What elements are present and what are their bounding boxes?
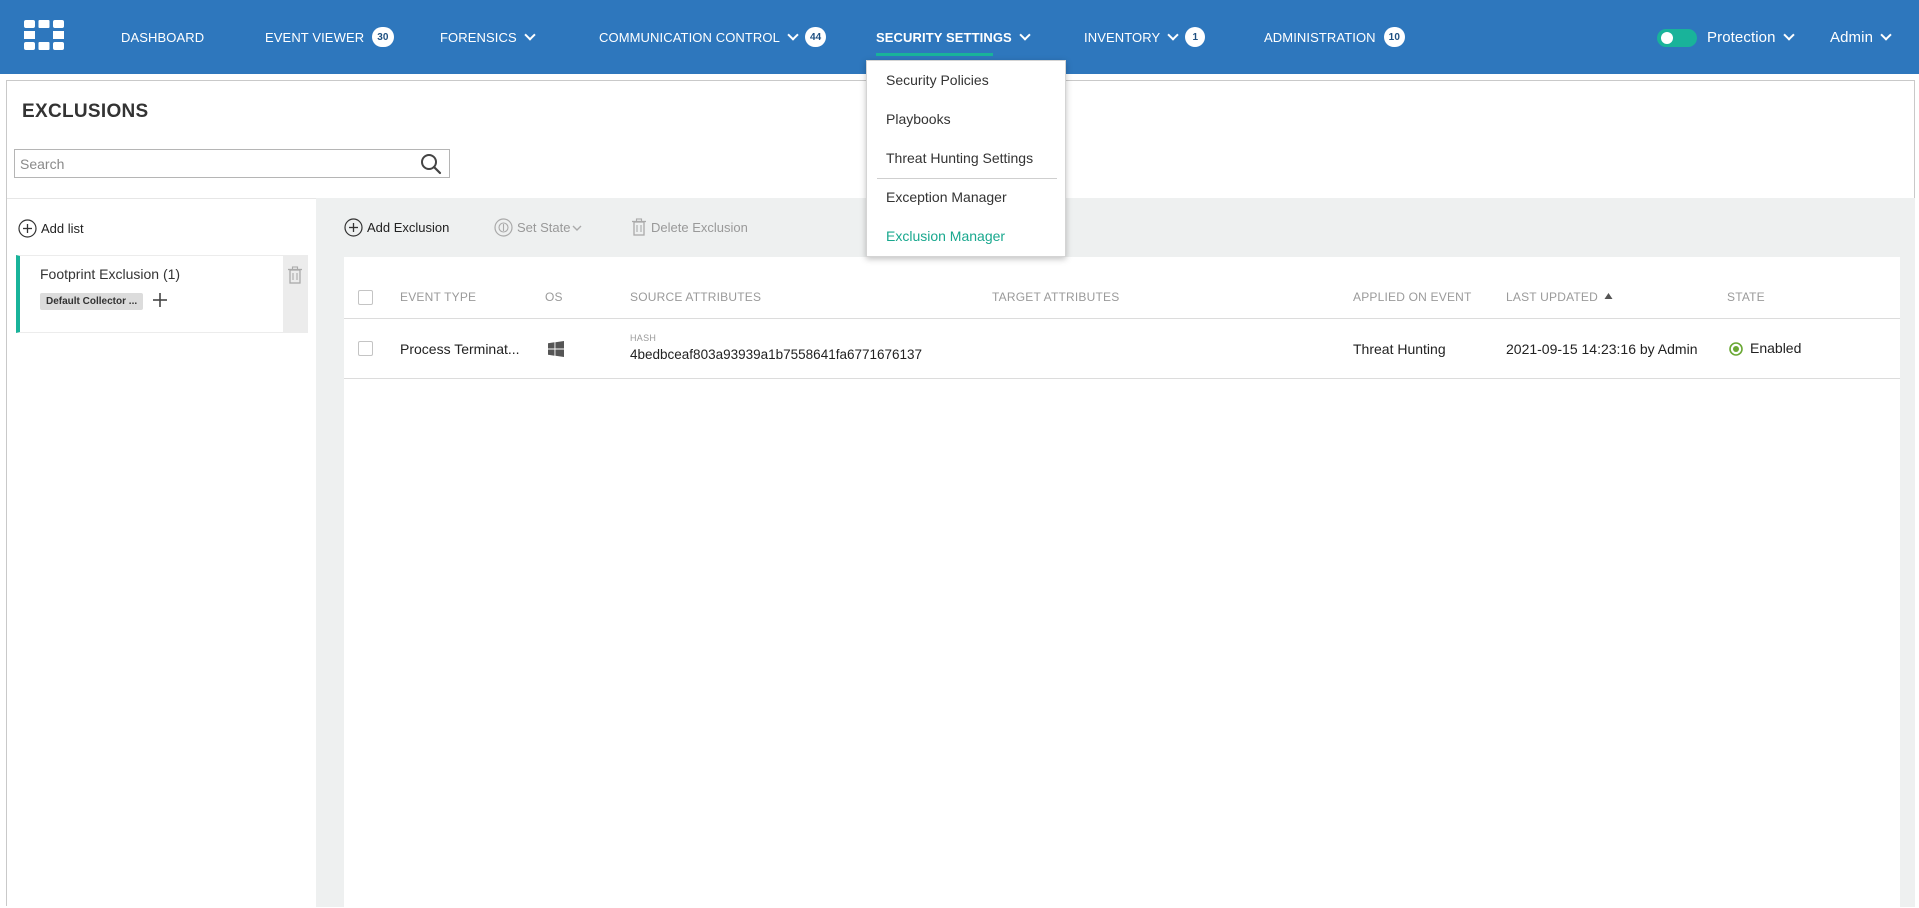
nav-administration[interactable]: ADMINISTRATION 10 bbox=[1264, 0, 1405, 74]
event-viewer-count-badge: 30 bbox=[372, 27, 394, 47]
fortinet-logo-icon[interactable] bbox=[24, 20, 64, 50]
column-last-updated-label: LAST UPDATED bbox=[1506, 290, 1598, 304]
exclusions-table: EVENT TYPE OS SOURCE ATTRIBUTES TARGET A… bbox=[344, 257, 1900, 907]
row-checkbox[interactable] bbox=[358, 341, 373, 356]
protection-label: Protection bbox=[1707, 28, 1776, 46]
exclusion-lists-pane: Add list Footprint Exclusion (1) Default… bbox=[7, 198, 316, 907]
column-event-type[interactable]: EVENT TYPE bbox=[400, 290, 476, 304]
chevron-down-icon bbox=[1167, 29, 1179, 41]
column-source-attributes[interactable]: SOURCE ATTRIBUTES bbox=[630, 290, 761, 304]
sort-ascending-icon bbox=[1604, 293, 1613, 299]
exclusion-list-item[interactable]: Footprint Exclusion (1) Default Collecto… bbox=[16, 255, 308, 333]
event-type-cell: Process Terminat... bbox=[400, 341, 520, 357]
column-state[interactable]: STATE bbox=[1727, 290, 1765, 304]
chevron-down-icon bbox=[524, 29, 536, 41]
applied-on-event-cell: Threat Hunting bbox=[1353, 341, 1446, 357]
source-attribute-label: HASH bbox=[630, 333, 657, 343]
delete-exclusion-label: Delete Exclusion bbox=[651, 219, 748, 235]
chevron-down-icon bbox=[787, 29, 799, 41]
state-cell[interactable]: Enabled bbox=[1750, 340, 1801, 356]
chevron-down-icon bbox=[1019, 29, 1031, 41]
user-label: Admin bbox=[1830, 28, 1874, 46]
nav-communication-control-label: COMMUNICATION CONTROL bbox=[599, 29, 780, 45]
menu-divider bbox=[877, 178, 1057, 179]
last-updated-cell: 2021-09-15 14:23:16 by Admin bbox=[1506, 341, 1698, 357]
administration-count-badge: 10 bbox=[1383, 27, 1405, 47]
nav-administration-label: ADMINISTRATION bbox=[1264, 29, 1376, 45]
trash-icon[interactable] bbox=[287, 266, 303, 284]
protection-toggle[interactable] bbox=[1657, 29, 1697, 47]
add-exclusion-label: Add Exclusion bbox=[367, 220, 450, 235]
security-settings-dropdown: Security Policies Playbooks Threat Hunti… bbox=[866, 60, 1066, 257]
select-all-checkbox[interactable] bbox=[358, 290, 373, 305]
column-target-attributes[interactable]: TARGET ATTRIBUTES bbox=[992, 290, 1119, 304]
windows-icon bbox=[548, 341, 564, 357]
menu-item-exception-manager[interactable]: Exception Manager bbox=[886, 189, 1007, 205]
toggle-knob bbox=[1661, 32, 1673, 44]
set-state-button[interactable]: Set State bbox=[494, 218, 587, 237]
chevron-down-icon bbox=[1880, 29, 1892, 41]
nav-inventory-label: INVENTORY bbox=[1084, 29, 1161, 45]
nav-communication-control[interactable]: COMMUNICATION CONTROL 44 bbox=[599, 0, 827, 74]
column-os[interactable]: OS bbox=[545, 290, 563, 304]
table-header: EVENT TYPE OS SOURCE ATTRIBUTES TARGET A… bbox=[344, 257, 1900, 319]
page-title: EXCLUSIONS bbox=[22, 101, 149, 122]
source-hash-value: 4bedbceaf803a93939a1b7558641fa6771676137 bbox=[630, 347, 923, 362]
column-applied-on-event[interactable]: APPLIED ON EVENT bbox=[1353, 290, 1472, 304]
chevron-down-icon bbox=[572, 225, 582, 231]
menu-item-exclusion-manager[interactable]: Exclusion Manager bbox=[886, 228, 1005, 244]
plus-icon[interactable] bbox=[152, 292, 168, 308]
state-icon bbox=[494, 218, 513, 237]
nav-event-viewer-label: EVENT VIEWER bbox=[265, 29, 365, 45]
nav-event-viewer[interactable]: EVENT VIEWER 30 bbox=[265, 0, 394, 74]
delete-exclusion-button[interactable]: Delete Exclusion bbox=[631, 218, 748, 236]
search-input[interactable] bbox=[14, 149, 450, 178]
active-tab-indicator bbox=[876, 53, 993, 56]
exclusion-list-name: Footprint Exclusion (1) bbox=[40, 266, 181, 282]
add-circle-icon bbox=[18, 219, 37, 238]
add-list-label: Add list bbox=[41, 221, 84, 236]
table-row[interactable]: Process Terminat... HASH 4bedbceaf803a93… bbox=[344, 319, 1900, 379]
communication-control-count-badge: 44 bbox=[804, 27, 827, 47]
set-state-label: Set State bbox=[517, 220, 571, 235]
nav-forensics-label: FORENSICS bbox=[440, 29, 517, 45]
protection-menu[interactable]: Protection bbox=[1707, 0, 1795, 74]
nav-inventory[interactable]: INVENTORY 1 bbox=[1084, 0, 1206, 74]
trash-icon bbox=[632, 218, 646, 236]
nav-forensics[interactable]: FORENSICS bbox=[440, 0, 536, 74]
nav-dashboard[interactable]: DASHBOARD bbox=[121, 0, 204, 74]
menu-item-playbooks[interactable]: Playbooks bbox=[886, 111, 951, 127]
menu-item-security-policies[interactable]: Security Policies bbox=[886, 72, 989, 88]
chevron-down-icon bbox=[1782, 29, 1795, 41]
collector-group-chip[interactable]: Default Collector ... bbox=[40, 293, 144, 310]
nav-dashboard-label: DASHBOARD bbox=[121, 29, 205, 45]
inventory-count-badge: 1 bbox=[1185, 27, 1206, 47]
enabled-status-icon bbox=[1729, 342, 1743, 356]
search-icon[interactable] bbox=[420, 153, 442, 175]
user-menu[interactable]: Admin bbox=[1830, 0, 1892, 74]
menu-item-threat-hunting-settings[interactable]: Threat Hunting Settings bbox=[886, 150, 1033, 166]
add-list-button[interactable]: Add list bbox=[18, 219, 84, 238]
add-circle-icon bbox=[344, 218, 363, 237]
add-exclusion-button[interactable]: Add Exclusion bbox=[344, 218, 449, 237]
column-last-updated[interactable]: LAST UPDATED bbox=[1506, 290, 1613, 304]
nav-security-settings-label: SECURITY SETTINGS bbox=[876, 29, 1012, 45]
exclusions-pane: Add Exclusion Set State Delete Exclusion bbox=[316, 198, 1915, 907]
